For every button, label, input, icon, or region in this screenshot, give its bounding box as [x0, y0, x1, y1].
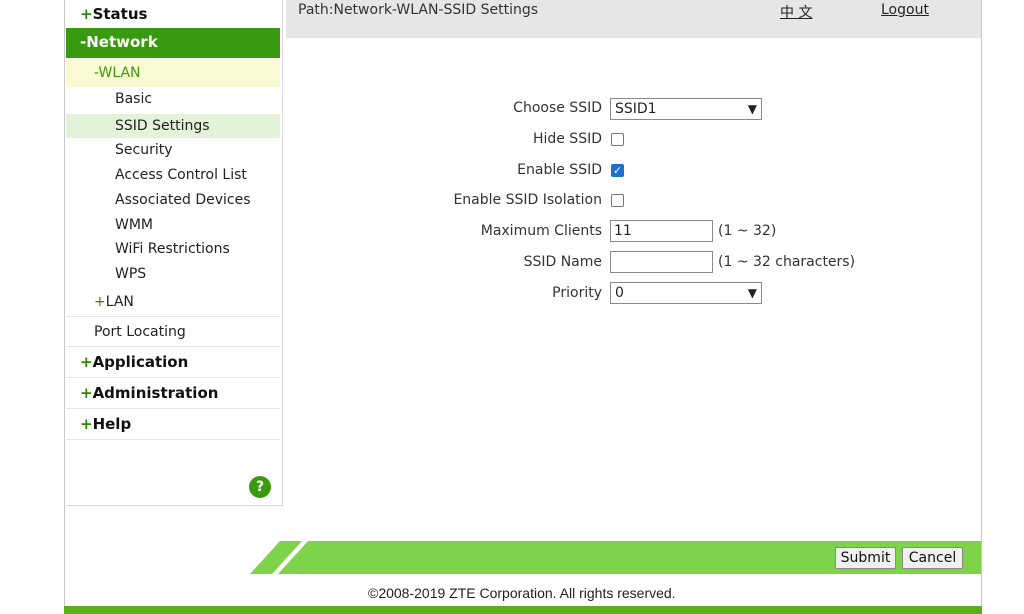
- language-switch-link[interactable]: 中 文: [780, 2, 812, 22]
- submit-button[interactable]: Submit: [835, 547, 896, 569]
- bottom-green-strip: [64, 606, 982, 614]
- sidebar-item-label: Application: [92, 353, 189, 371]
- choose-ssid-select[interactable]: SSID1 ▼: [610, 98, 762, 120]
- sidebar-subitem-associated-devices[interactable]: Associated Devices: [66, 188, 280, 212]
- expand-plus-icon: +: [94, 294, 106, 310]
- page-frame-right: [981, 0, 982, 606]
- chevron-down-icon: ▼: [747, 102, 757, 116]
- sidebar-menu: +Status -Network -WLAN Basic SSID Settin…: [66, 0, 283, 506]
- help-question-icon[interactable]: ?: [249, 476, 271, 498]
- ssid-name-hint: (1 ~ 32 characters): [718, 254, 856, 270]
- ssid-name-input[interactable]: [610, 251, 713, 273]
- header-bar: Path:Network-WLAN-SSID Settings 中 文 Logo…: [286, 0, 981, 38]
- enable-ssid-label: Enable SSID: [517, 162, 602, 178]
- sidebar-subitem-wifi-restrictions[interactable]: WiFi Restrictions: [66, 237, 280, 261]
- sidebar-item-status[interactable]: +Status: [66, 0, 280, 30]
- sidebar-item-label: Administration: [92, 384, 219, 402]
- priority-select[interactable]: 0 ▼: [610, 282, 762, 304]
- sidebar-item-label: WLAN: [98, 65, 141, 81]
- maximum-clients-hint: (1 ~ 32): [718, 223, 777, 239]
- expand-plus-icon: +: [80, 415, 93, 433]
- hide-ssid-label: Hide SSID: [532, 131, 602, 147]
- page-frame-left: [64, 0, 65, 606]
- sidebar-item-help[interactable]: +Help: [66, 410, 280, 440]
- choose-ssid-label: Choose SSID: [513, 100, 602, 116]
- priority-label: Priority: [552, 285, 602, 301]
- expand-plus-icon: +: [80, 353, 93, 371]
- sidebar-item-label: Help: [92, 415, 132, 433]
- sidebar-subitem-wps[interactable]: WPS: [66, 262, 280, 286]
- copyright-text: ©2008-2019 ZTE Corporation. All rights r…: [368, 585, 676, 601]
- maximum-clients-input[interactable]: 11: [610, 220, 713, 242]
- expand-plus-icon: +: [80, 384, 93, 402]
- checkmark-icon: ✓: [612, 164, 623, 177]
- enable-ssid-isolation-label: Enable SSID Isolation: [453, 192, 602, 208]
- sidebar-item-wlan[interactable]: -WLAN: [66, 59, 280, 87]
- expand-plus-icon: +: [80, 5, 93, 23]
- ssid-name-label: SSID Name: [523, 254, 602, 270]
- maximum-clients-label: Maximum Clients: [480, 223, 602, 239]
- sidebar-subitem-ssid-settings[interactable]: SSID Settings: [66, 114, 280, 138]
- cancel-button[interactable]: Cancel: [902, 547, 963, 569]
- hide-ssid-checkbox[interactable]: [611, 133, 624, 146]
- breadcrumb-path: Path:Network-WLAN-SSID Settings: [298, 2, 539, 18]
- sidebar-item-label: Network: [86, 33, 158, 51]
- sidebar-item-port-locating[interactable]: Port Locating: [66, 317, 280, 347]
- enable-ssid-checkbox[interactable]: ✓: [611, 164, 624, 177]
- enable-ssid-isolation-checkbox[interactable]: [611, 194, 624, 207]
- chevron-down-icon: ▼: [747, 286, 757, 300]
- sidebar-item-application[interactable]: +Application: [66, 348, 280, 378]
- sidebar-item-label: LAN: [105, 294, 134, 310]
- logout-link[interactable]: Logout: [881, 2, 929, 18]
- sidebar-subitem-wmm[interactable]: WMM: [66, 213, 280, 237]
- sidebar-subitem-security[interactable]: Security: [66, 138, 280, 162]
- sidebar-item-label: Status: [92, 5, 148, 23]
- select-value: SSID1: [615, 101, 657, 117]
- sidebar-item-administration[interactable]: +Administration: [66, 379, 280, 409]
- sidebar-subitem-access-control-list[interactable]: Access Control List: [66, 163, 280, 187]
- select-value: 0: [615, 285, 624, 301]
- sidebar-item-lan[interactable]: +LAN: [66, 287, 280, 317]
- sidebar-item-network[interactable]: -Network: [66, 28, 280, 58]
- sidebar-subitem-basic[interactable]: Basic: [66, 87, 280, 111]
